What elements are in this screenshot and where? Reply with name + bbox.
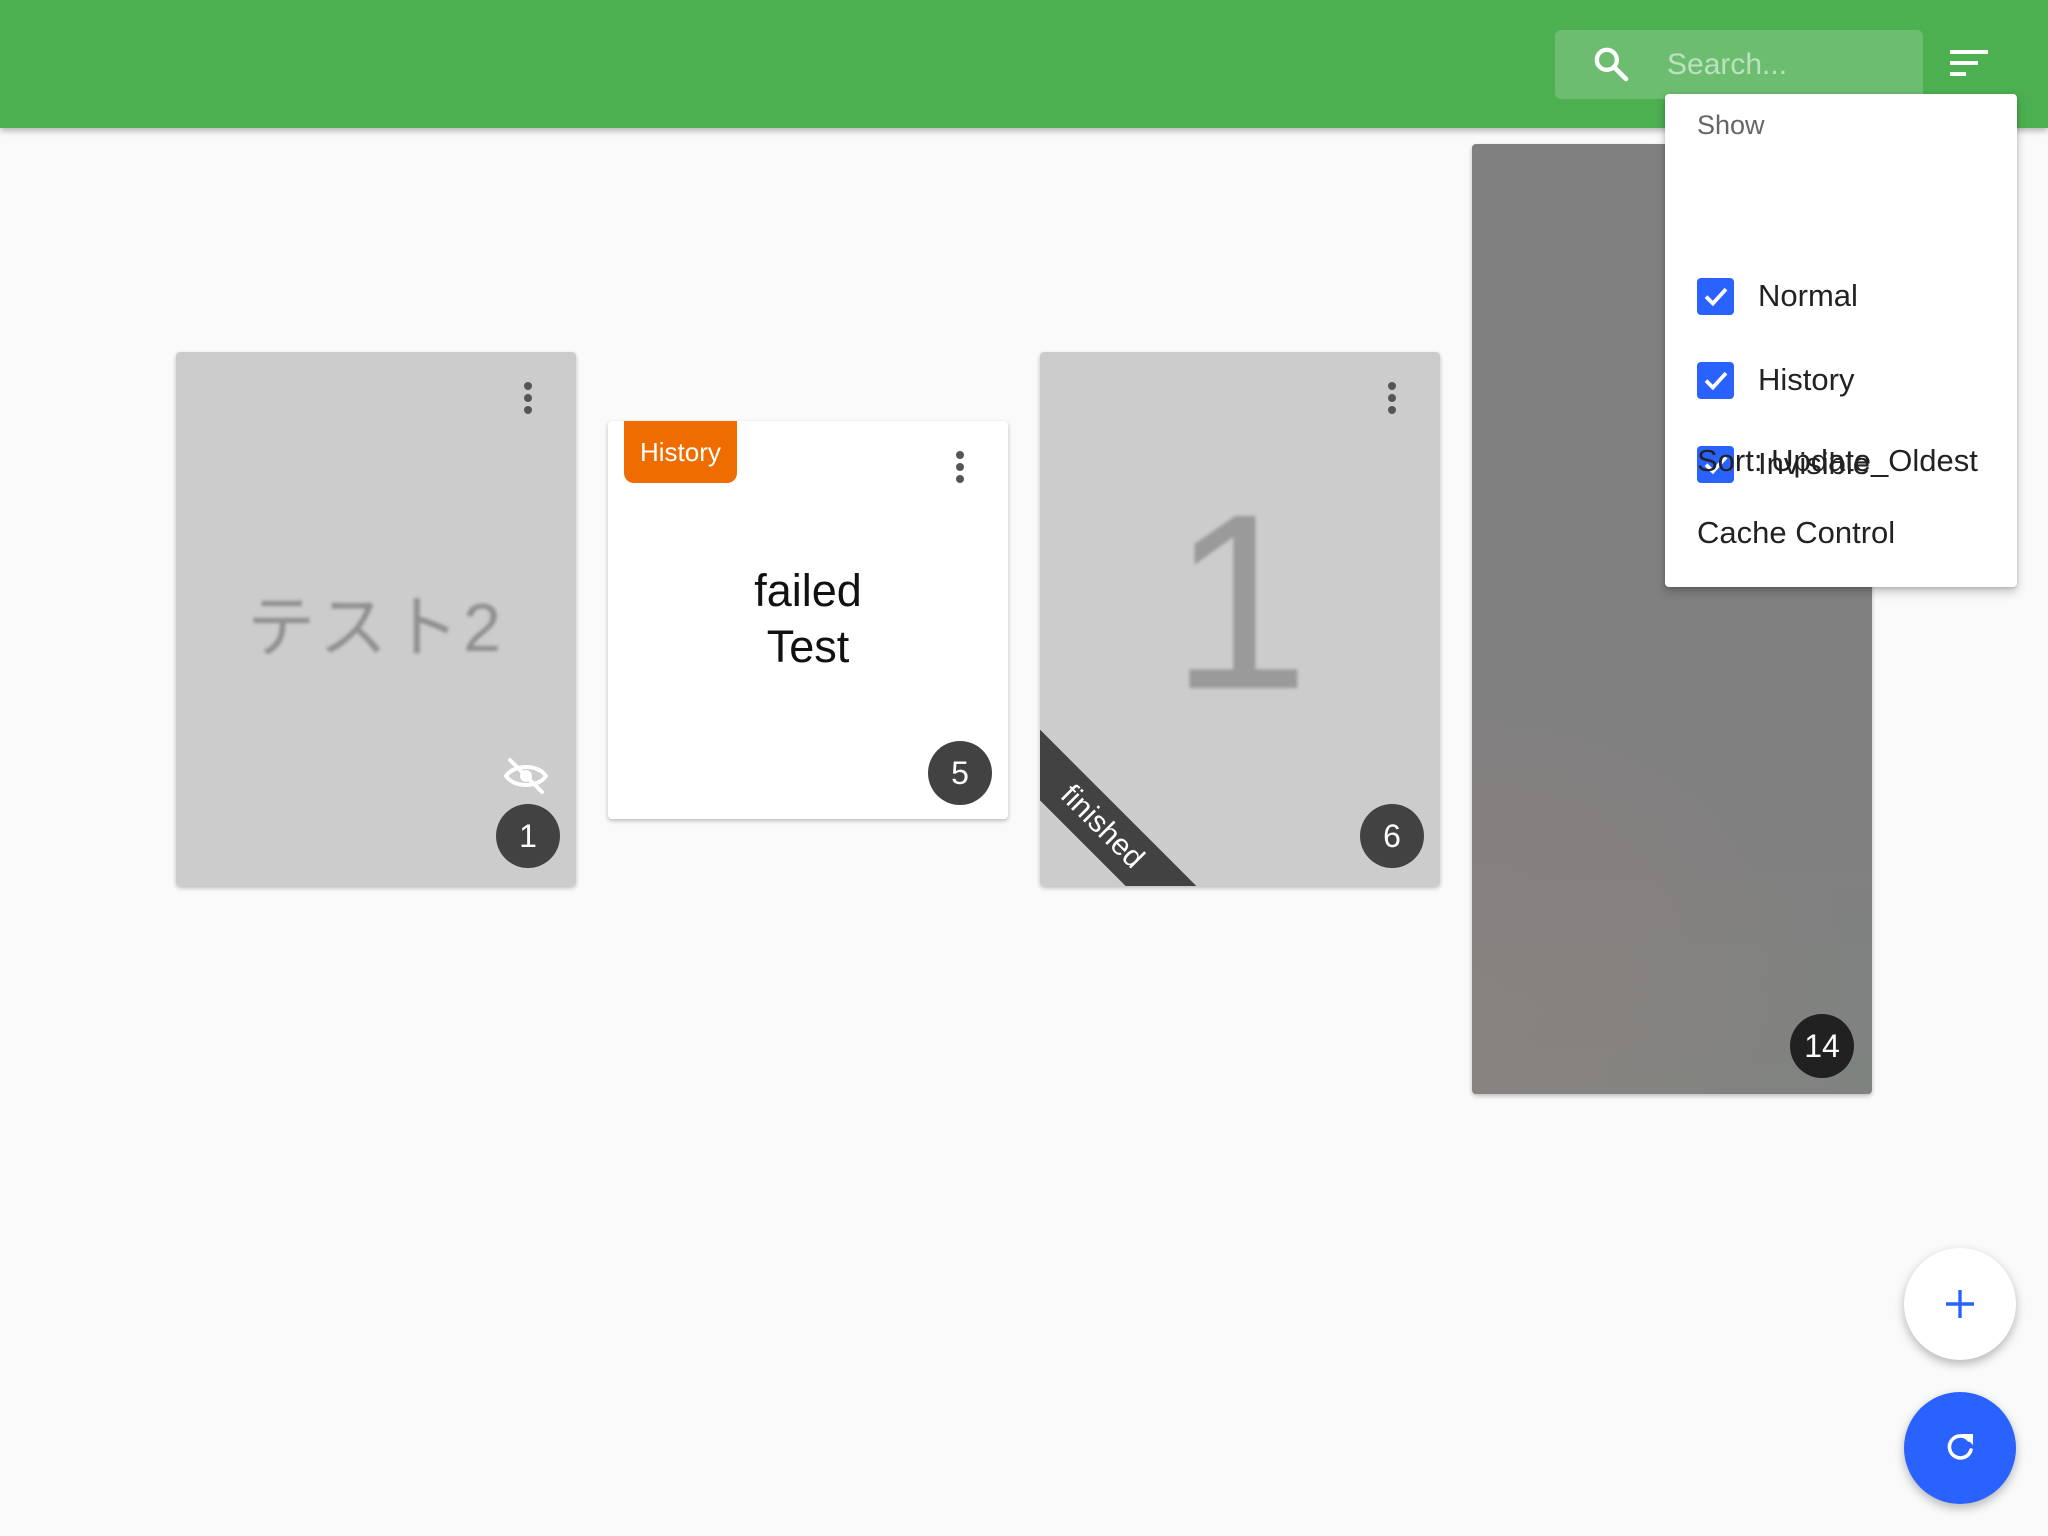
filter-menu: Show Normal History Invisible Sort: Upda… <box>1665 94 2017 587</box>
card-title: failed Test <box>608 563 1008 675</box>
eye-off-icon <box>503 758 549 794</box>
content-card[interactable]: History failed Test 5 <box>608 421 1008 819</box>
filter-option-normal[interactable]: Normal <box>1697 266 1858 326</box>
content-card[interactable]: 1 finished 6 <box>1040 352 1440 886</box>
card-title: テスト2 <box>247 590 505 666</box>
filter-list-icon[interactable] <box>1944 40 1996 88</box>
card-title-line: failed <box>754 565 862 616</box>
option-label: Normal <box>1758 278 1858 313</box>
count-badge: 14 <box>1790 1014 1854 1078</box>
check-icon <box>1704 287 1727 307</box>
card-title: 1 <box>1170 462 1310 741</box>
filter-option-history[interactable]: History <box>1697 350 1854 410</box>
card-title-line: Test <box>766 621 850 672</box>
search-box[interactable] <box>1555 30 1923 99</box>
search-icon <box>1594 47 1629 82</box>
more-vert-icon[interactable] <box>940 443 980 491</box>
more-vert-icon[interactable] <box>1372 374 1412 422</box>
menu-header: Show <box>1697 110 1765 140</box>
cache-control-menu-item[interactable]: Cache Control <box>1697 515 1895 551</box>
content-card[interactable]: テスト2 1 <box>176 352 576 886</box>
history-badge: History <box>624 421 737 483</box>
checkbox[interactable] <box>1697 361 1734 399</box>
count-badge: 1 <box>496 804 560 868</box>
more-vert-icon[interactable] <box>508 374 548 422</box>
refresh-button[interactable] <box>1904 1392 2016 1504</box>
refresh-icon <box>1947 1434 1973 1460</box>
count-badge: 5 <box>928 741 992 805</box>
add-button[interactable] <box>1904 1248 2016 1360</box>
sort-menu-item[interactable]: Sort: Update_Oldest <box>1697 443 1978 479</box>
plus-icon <box>1946 1290 1974 1318</box>
checkbox[interactable] <box>1697 277 1734 315</box>
option-label: History <box>1758 362 1855 397</box>
check-icon <box>1704 371 1727 391</box>
search-input[interactable] <box>1665 40 1909 90</box>
count-badge: 6 <box>1360 804 1424 868</box>
finished-ribbon: finished <box>1040 717 1212 886</box>
